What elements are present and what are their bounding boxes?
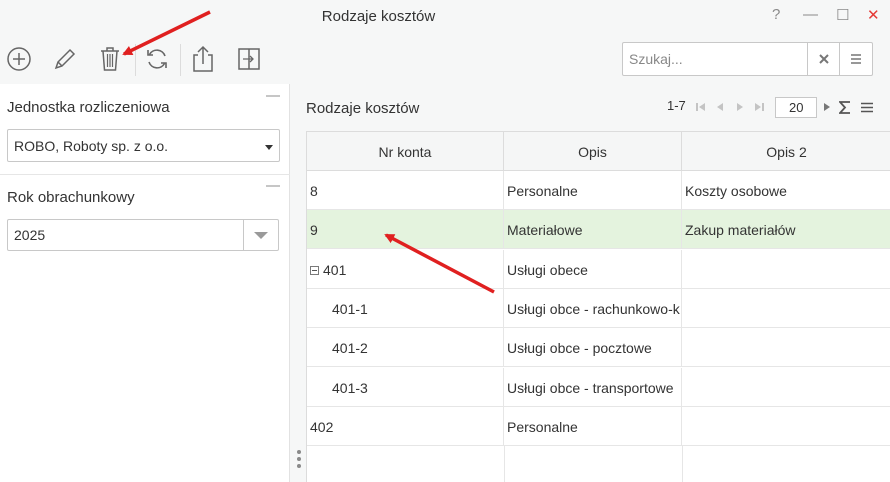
cell-text: 401-3 <box>332 379 368 396</box>
search-menu-button[interactable] <box>839 43 872 75</box>
cell-text: 8 <box>310 183 318 199</box>
table-row[interactable]: 401 Usługi obece <box>307 249 890 289</box>
help-icon[interactable]: ? <box>772 6 780 23</box>
toolbar-separator <box>180 44 181 76</box>
splitter-grip-dot <box>297 450 301 454</box>
collapse-unit-icon[interactable] <box>266 95 280 97</box>
cell-opis: Materiałowe <box>504 210 682 250</box>
cell-opis-2: Koszty osobowe <box>685 183 787 199</box>
trash-icon <box>101 47 119 71</box>
toolbar <box>0 34 890 84</box>
toolbar-separator <box>135 44 136 76</box>
unit-label: Jednostka rozliczeniowa <box>7 99 170 116</box>
pencil-icon <box>54 48 76 70</box>
grid-menu-icon[interactable] <box>861 102 873 113</box>
cell-text: 9 <box>310 222 318 239</box>
search-box <box>622 42 873 76</box>
split-view-button[interactable] <box>235 44 263 74</box>
window-title: Rodzaje kosztów <box>321 8 436 25</box>
table-row[interactable]: 8 Personalne Koszty osobowe <box>307 171 890 210</box>
column-header-opis-2[interactable]: Opis 2 <box>682 132 890 171</box>
year-combobox-value: 2025 <box>14 227 46 243</box>
export-button[interactable] <box>189 44 217 74</box>
column-header-nr-konta[interactable]: Nr konta <box>307 132 504 171</box>
first-page-icon[interactable] <box>696 102 706 112</box>
cell-opis-2 <box>682 368 890 407</box>
filter-panel: Jednostka rozliczeniowa ROBO, Roboty sp.… <box>0 84 290 482</box>
cell-opis: Usługi obce - pocztowe <box>504 328 682 368</box>
chevron-down-icon <box>254 232 268 239</box>
unit-select-value: ROBO, Roboty sp. z o.o. <box>14 138 169 154</box>
cell-nr-konta: 401-1 <box>307 288 504 328</box>
splitter-grip-dot <box>297 457 301 461</box>
sum-icon[interactable] <box>839 101 851 114</box>
cell-opis: Personalne <box>504 171 682 210</box>
cell-nr-konta: 401-2 <box>307 328 504 368</box>
chevron-down-icon <box>265 145 273 150</box>
add-button[interactable] <box>5 44 33 74</box>
table-row[interactable]: 401-3 Usługi obce - transportowe <box>307 367 890 407</box>
section-divider <box>0 174 290 175</box>
cell-text: 402 <box>310 418 334 435</box>
table-row[interactable]: 401-2 Usługi obce - pocztowe <box>307 328 890 368</box>
plus-circle-icon <box>7 47 31 71</box>
cell-opis-2 <box>682 289 890 328</box>
cell-opis-2 <box>682 328 890 367</box>
maximize-icon[interactable]: ☐ <box>836 6 849 24</box>
cost-types-grid: Nr konta Opis Opis 2 8 Personalne Koszty o… <box>306 131 890 482</box>
cell-nr-konta: 401-3 <box>307 367 504 407</box>
export-icon <box>193 45 213 72</box>
delete-button[interactable] <box>96 44 124 74</box>
splitter-grip-dot <box>297 464 301 468</box>
page-size-next-icon[interactable] <box>822 102 832 112</box>
edit-button[interactable] <box>51 44 79 74</box>
grid-header-row: Nr konta Opis Opis 2 <box>307 132 890 171</box>
cell-opis-2 <box>682 407 890 446</box>
table-row[interactable]: 402 Personalne <box>307 406 890 446</box>
grid-title: Rodzaje kosztów <box>306 100 420 117</box>
cell-opis-2: Zakup materiałów <box>685 222 796 239</box>
cell-nr-konta: 401 <box>307 249 504 289</box>
year-dropdown-button[interactable] <box>243 220 278 250</box>
minimize-icon[interactable]: — <box>803 6 818 23</box>
hamburger-icon <box>851 54 861 64</box>
unit-select[interactable]: ROBO, Roboty sp. z o.o. <box>7 129 280 162</box>
record-range: 1-7 <box>667 98 686 113</box>
column-divider <box>682 445 683 482</box>
last-page-icon[interactable] <box>754 102 764 112</box>
cell-nr-konta: 9 <box>307 210 504 250</box>
table-row[interactable]: 401-1 Usługi obce - rachunkowo-k <box>307 288 890 328</box>
cell-opis-2 <box>682 250 890 289</box>
table-row[interactable]: 9 Materiałowe Zakup materiałów <box>307 210 890 250</box>
title-bar: Rodzaje kosztów ? — ☐ ✕ <box>0 0 890 34</box>
clear-icon <box>819 54 829 64</box>
refresh-icon <box>147 49 167 69</box>
cell-text: 401-2 <box>332 340 368 357</box>
close-icon[interactable]: ✕ <box>867 6 880 24</box>
year-label: Rok obrachunkowy <box>7 189 135 206</box>
cell-text: 401 <box>323 261 347 278</box>
cell-opis: Usługi obce - rachunkowo-k <box>504 288 682 328</box>
cell-opis: Usługi obce - transportowe <box>504 367 682 407</box>
next-page-icon[interactable] <box>735 102 745 112</box>
clear-search-button[interactable] <box>807 43 840 75</box>
collapse-tree-icon[interactable] <box>310 265 319 275</box>
refresh-button[interactable] <box>143 44 171 74</box>
cell-nr-konta: 402 <box>307 406 504 446</box>
cell-opis: Usługi obece <box>504 249 682 289</box>
cell-opis: Personalne <box>504 406 682 446</box>
page-size-input[interactable]: 20 <box>775 97 817 118</box>
prev-page-icon[interactable] <box>715 102 725 112</box>
split-columns-icon <box>238 48 260 70</box>
column-divider <box>504 445 505 482</box>
year-combobox[interactable]: 2025 <box>7 219 279 251</box>
collapse-year-icon[interactable] <box>266 185 280 187</box>
cell-text: 401-1 <box>332 300 368 317</box>
column-header-opis[interactable]: Opis <box>504 132 682 171</box>
search-input[interactable] <box>629 49 807 69</box>
panel-splitter[interactable] <box>291 84 306 482</box>
cell-nr-konta: 8 <box>307 171 504 210</box>
